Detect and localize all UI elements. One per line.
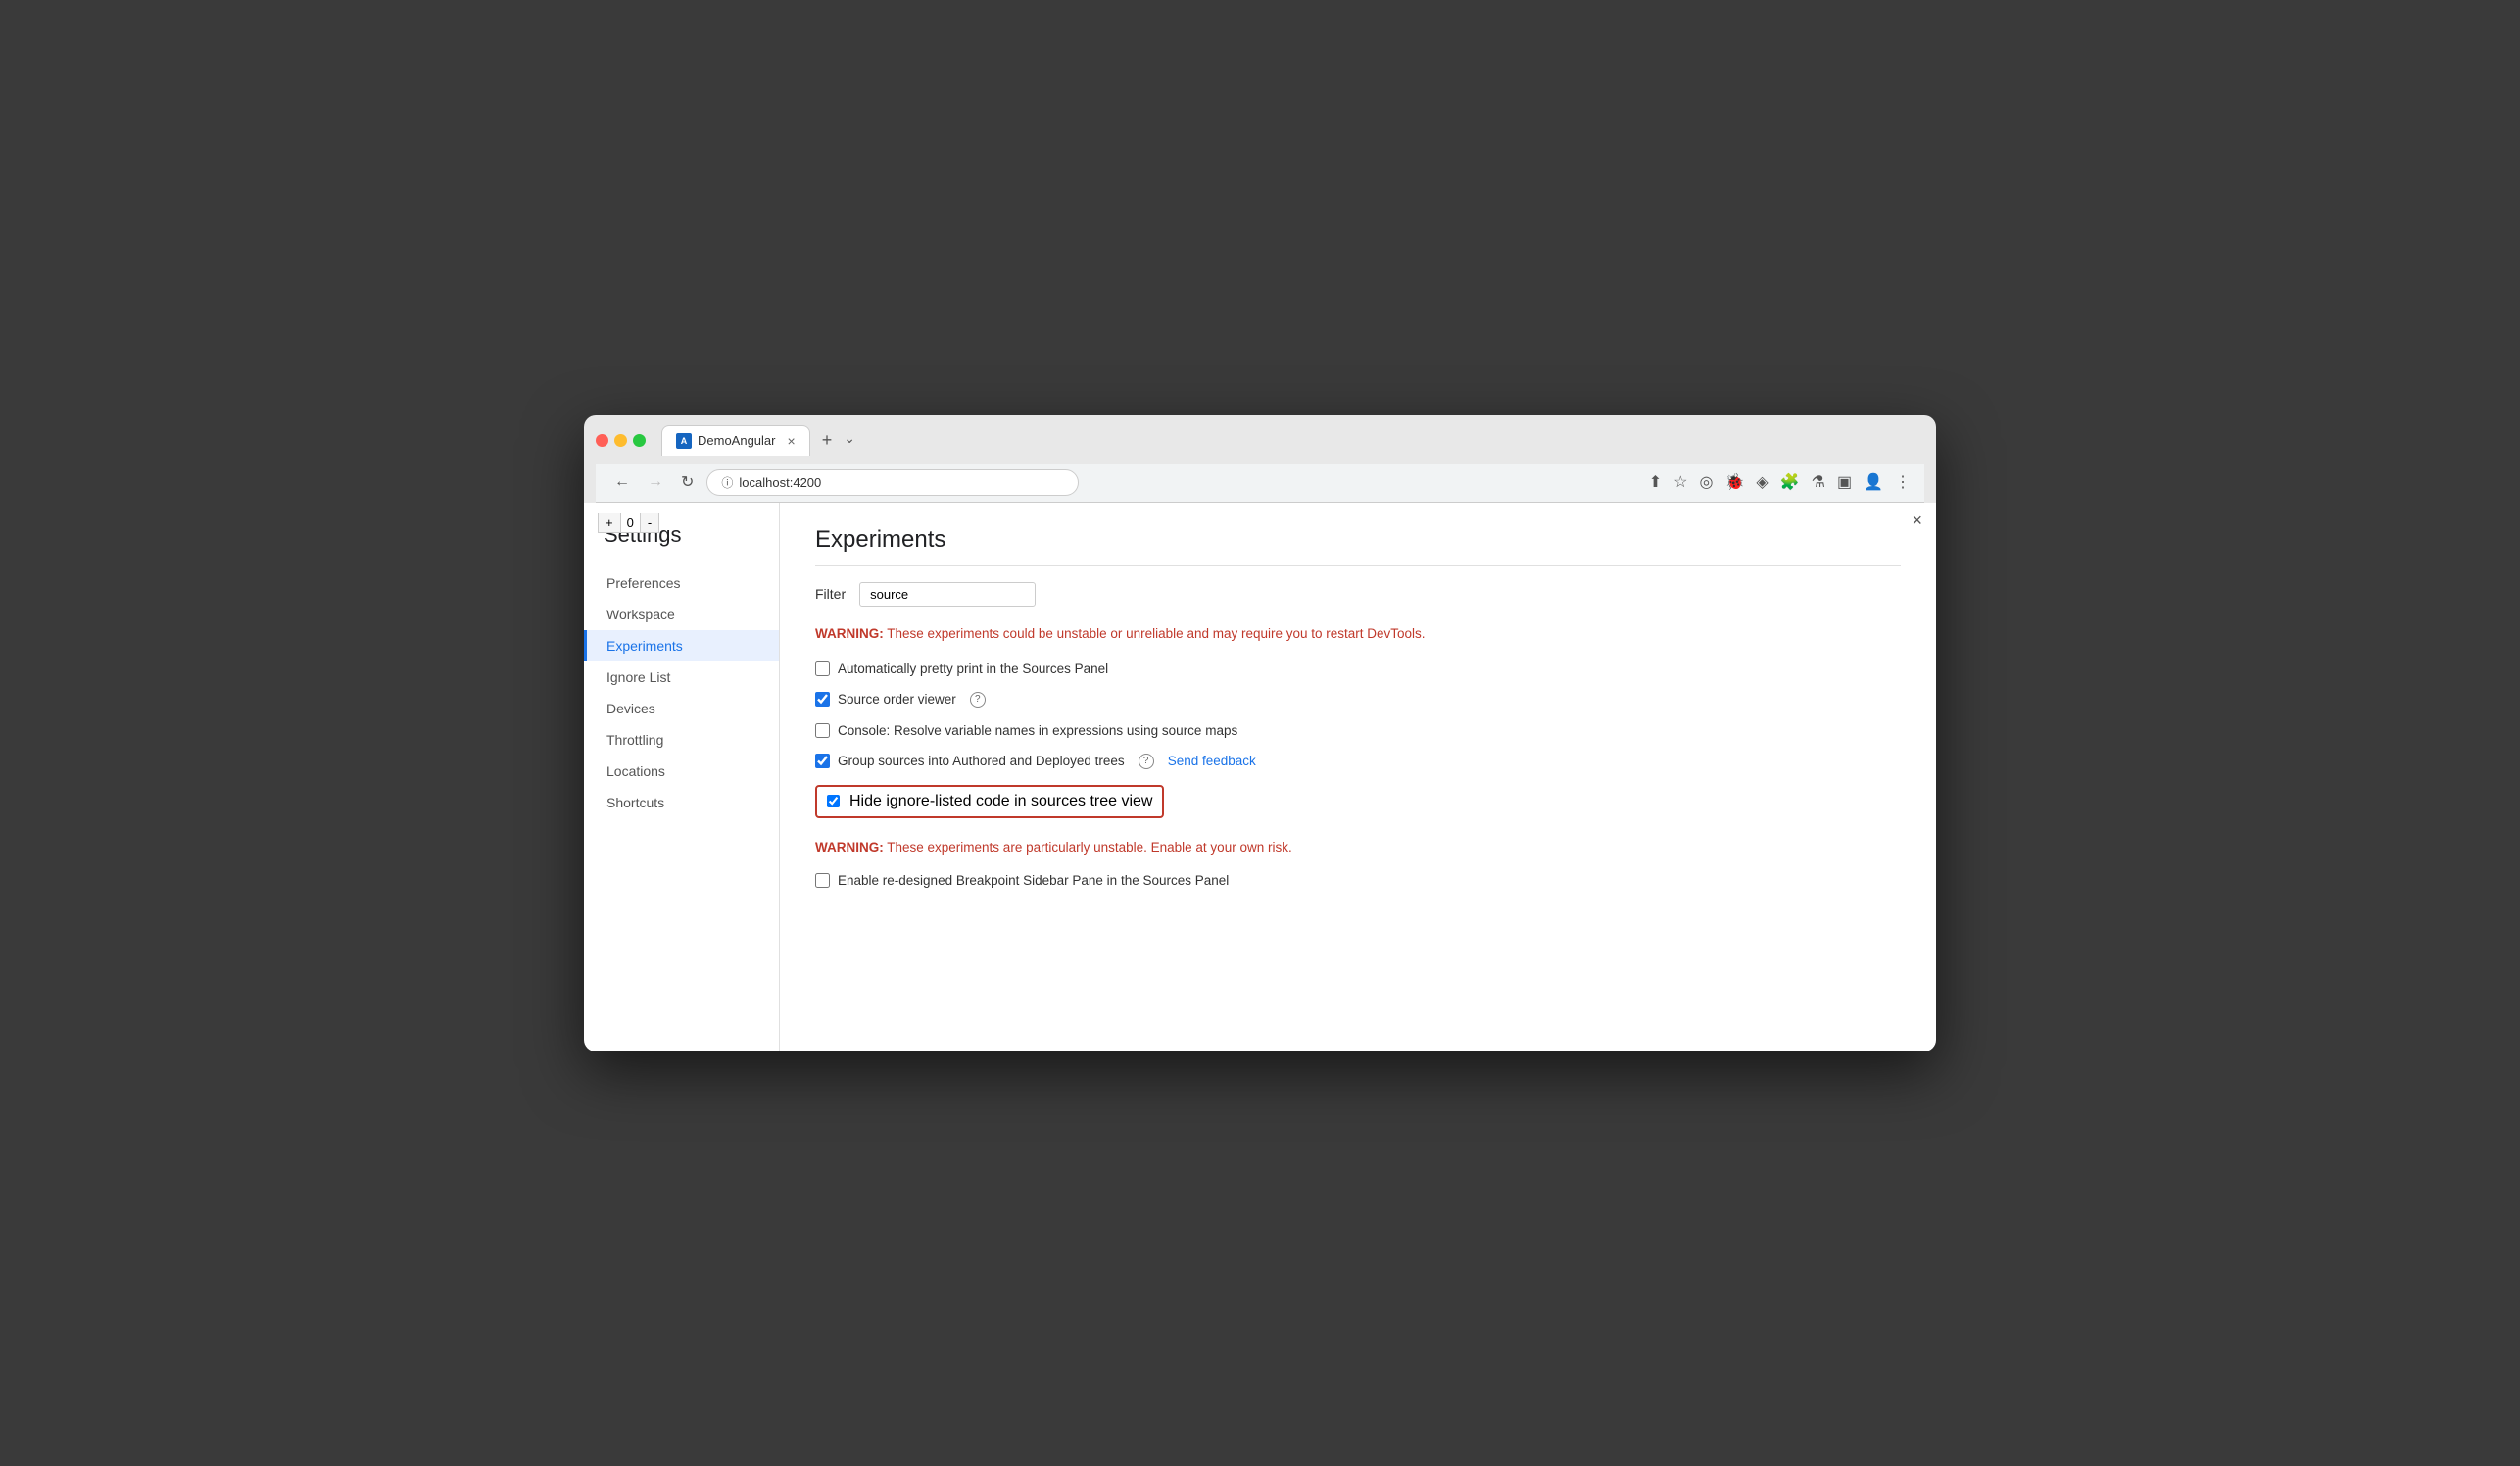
address-text: localhost:4200 <box>739 475 821 490</box>
experiment-group-sources: Group sources into Authored and Deployed… <box>815 754 1901 769</box>
warning1-label: WARNING: <box>815 626 884 641</box>
star-icon[interactable]: ☆ <box>1673 472 1687 492</box>
new-tab-button[interactable]: + <box>814 426 841 455</box>
browser-window: A DemoAngular × + ⌄ ← → ↻ ⓘ localhost:42… <box>584 415 1936 1051</box>
maximize-dot[interactable] <box>633 434 646 447</box>
sidebar-item-devices[interactable]: Devices <box>584 693 779 724</box>
tab-end-space: ⌄ <box>844 430 855 451</box>
experiment-auto-pretty-print-checkbox[interactable] <box>815 661 830 676</box>
tab-close-button[interactable]: × <box>788 433 796 449</box>
share-icon[interactable]: ⬆ <box>1649 472 1662 492</box>
info-icon: ⓘ <box>721 474 733 491</box>
experiment-auto-pretty-print-label[interactable]: Automatically pretty print in the Source… <box>815 661 1108 676</box>
devtools-icon[interactable]: ◈ <box>1756 472 1768 492</box>
devtools-close-button[interactable]: × <box>1912 511 1922 531</box>
settings-main: Experiments Filter WARNING: These experi… <box>780 503 1936 1051</box>
warning-text-2: WARNING: These experiments are particula… <box>815 838 1901 857</box>
filter-label: Filter <box>815 586 846 602</box>
warning2-text: These experiments are particularly unsta… <box>884 840 1292 855</box>
chevron-down-icon: ⌄ <box>844 430 855 447</box>
experiment-breakpoint-sidebar-checkbox[interactable] <box>815 873 830 888</box>
sidebar-item-workspace[interactable]: Workspace <box>584 599 779 630</box>
tab-title: DemoAngular <box>698 433 776 448</box>
experiment-source-order-viewer-checkbox[interactable] <box>815 692 830 707</box>
tab-bar: A DemoAngular × + ⌄ <box>661 425 855 456</box>
avatar-icon[interactable]: 👤 <box>1864 472 1883 492</box>
layout-icon[interactable]: ▣ <box>1837 472 1852 492</box>
warning-text-1: WARNING: These experiments could be unst… <box>815 624 1901 644</box>
counter-widget: + 0 - <box>598 513 659 533</box>
sidebar-item-ignore-list[interactable]: Ignore List <box>584 661 779 693</box>
experiments-heading: Experiments <box>815 526 1901 566</box>
tab-favicon: A <box>676 433 692 449</box>
source-order-viewer-help-icon[interactable]: ? <box>970 692 986 708</box>
settings-sidebar: Settings Preferences Workspace Experimen… <box>584 503 780 1051</box>
experiment-breakpoint-sidebar-label[interactable]: Enable re-designed Breakpoint Sidebar Pa… <box>815 873 1229 888</box>
filter-input[interactable] <box>859 582 1036 607</box>
settings-panel: Settings Preferences Workspace Experimen… <box>584 503 1936 1051</box>
address-input[interactable]: ⓘ localhost:4200 <box>706 469 1079 496</box>
toolbar-icons: ⬆ ☆ ◎ 🐞 ◈ 🧩 ⚗ ▣ 👤 ⋮ <box>1649 472 1911 492</box>
experiment-hide-ignore-listed-text: Hide ignore-listed code in sources tree … <box>849 793 1152 809</box>
experiment-hide-ignore-listed-label[interactable]: Hide ignore-listed code in sources tree … <box>849 793 1152 810</box>
sidebar-item-throttling[interactable]: Throttling <box>584 724 779 756</box>
lens-icon[interactable]: ◎ <box>1699 472 1713 492</box>
experiment-group-sources-text: Group sources into Authored and Deployed… <box>838 754 1125 768</box>
sidebar-item-shortcuts[interactable]: Shortcuts <box>584 787 779 818</box>
experiment-hide-ignore-listed-checkbox[interactable] <box>827 795 840 807</box>
address-bar: ← → ↻ ⓘ localhost:4200 ⬆ ☆ ◎ 🐞 ◈ 🧩 ⚗ ▣ 👤… <box>596 464 1924 503</box>
extensions-icon[interactable]: 🧩 <box>1780 472 1800 492</box>
browser-chrome: A DemoAngular × + ⌄ ← → ↻ ⓘ localhost:42… <box>584 415 1936 503</box>
bug-icon[interactable]: 🐞 <box>1724 472 1744 492</box>
experiment-console-resolve-label[interactable]: Console: Resolve variable names in expre… <box>815 723 1237 738</box>
experiment-source-order-viewer-text: Source order viewer <box>838 692 956 707</box>
group-sources-help-icon[interactable]: ? <box>1139 754 1154 769</box>
experiment-source-order-viewer: Source order viewer ? <box>815 692 1901 708</box>
flask-icon[interactable]: ⚗ <box>1812 472 1825 492</box>
forward-button[interactable]: → <box>643 471 668 493</box>
experiment-breakpoint-sidebar-text: Enable re-designed Breakpoint Sidebar Pa… <box>838 873 1229 888</box>
warning2-label: WARNING: <box>815 840 884 855</box>
experiment-group-sources-label[interactable]: Group sources into Authored and Deployed… <box>815 754 1125 768</box>
experiment-hide-ignore-listed: Hide ignore-listed code in sources tree … <box>815 785 1164 818</box>
counter-minus-button[interactable]: - <box>640 513 659 533</box>
minimize-dot[interactable] <box>614 434 627 447</box>
warning1-text: These experiments could be unstable or u… <box>884 626 1426 641</box>
counter-value: 0 <box>621 513 640 533</box>
browser-content: + 0 - × Settings Preferences Workspace E… <box>584 503 1936 1051</box>
experiment-console-resolve: Console: Resolve variable names in expre… <box>815 723 1901 738</box>
counter-plus-button[interactable]: + <box>598 513 621 533</box>
experiment-breakpoint-sidebar: Enable re-designed Breakpoint Sidebar Pa… <box>815 873 1901 888</box>
experiment-auto-pretty-print: Automatically pretty print in the Source… <box>815 661 1901 676</box>
experiment-console-resolve-text: Console: Resolve variable names in expre… <box>838 723 1237 738</box>
send-feedback-link[interactable]: Send feedback <box>1168 754 1256 768</box>
reload-button[interactable]: ↻ <box>676 470 699 494</box>
experiment-group-sources-checkbox[interactable] <box>815 754 830 768</box>
sidebar-item-experiments[interactable]: Experiments <box>584 630 779 661</box>
sidebar-item-preferences[interactable]: Preferences <box>584 567 779 599</box>
sidebar-item-locations[interactable]: Locations <box>584 756 779 787</box>
filter-row: Filter <box>815 582 1901 607</box>
title-bar: A DemoAngular × + ⌄ <box>596 425 1924 456</box>
experiment-auto-pretty-print-text: Automatically pretty print in the Source… <box>838 661 1108 676</box>
experiment-source-order-viewer-label[interactable]: Source order viewer <box>815 692 956 707</box>
browser-tab[interactable]: A DemoAngular × <box>661 425 810 456</box>
experiment-console-resolve-checkbox[interactable] <box>815 723 830 738</box>
back-button[interactable]: ← <box>609 471 635 493</box>
close-dot[interactable] <box>596 434 608 447</box>
menu-icon[interactable]: ⋮ <box>1895 472 1911 492</box>
window-controls <box>596 434 646 447</box>
